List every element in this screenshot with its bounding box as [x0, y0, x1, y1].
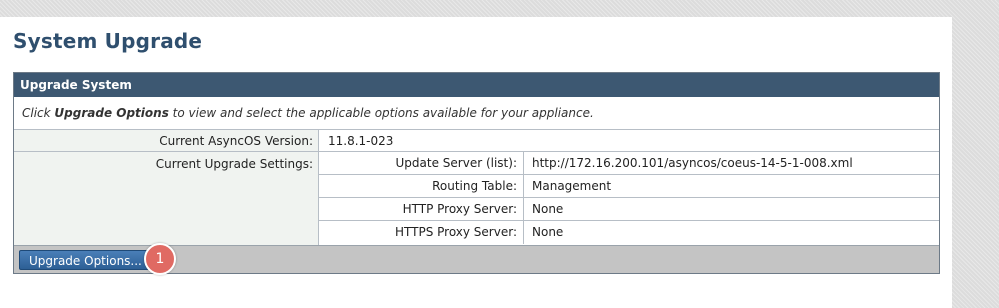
- intro-prefix: Click: [22, 106, 55, 120]
- page-title: System Upgrade: [13, 29, 203, 53]
- settings-row-http-proxy: HTTP Proxy Server: None: [319, 198, 939, 221]
- http-proxy-value: None: [532, 202, 564, 216]
- update-server-value: http://172.16.200.101/asyncos/coeus-14-5…: [532, 156, 853, 170]
- settings-table: Update Server (list): http://172.16.200.…: [319, 152, 939, 245]
- version-row: Current AsyncOS Version: 11.8.1-023: [14, 130, 939, 152]
- routing-table-value: Management: [532, 179, 612, 193]
- callout-badge: 1: [144, 243, 176, 275]
- version-label: Current AsyncOS Version:: [14, 130, 319, 151]
- settings-row-update-server: Update Server (list): http://172.16.200.…: [319, 152, 939, 175]
- settings-row-https-proxy: HTTPS Proxy Server: None: [319, 221, 939, 244]
- content-panel: System Upgrade Upgrade System Click Upgr…: [0, 17, 952, 308]
- settings-row-routing-table: Routing Table: Management: [319, 175, 939, 198]
- settings-row: Current Upgrade Settings: Update Server …: [14, 152, 939, 245]
- https-proxy-label: HTTPS Proxy Server:: [319, 221, 524, 244]
- version-value: 11.8.1-023: [328, 134, 394, 148]
- routing-table-label: Routing Table:: [319, 175, 524, 197]
- box-footer: Upgrade Options... 1: [14, 243, 939, 275]
- box-header: Upgrade System: [14, 73, 939, 97]
- http-proxy-label: HTTP Proxy Server:: [319, 198, 524, 220]
- intro-text: Click Upgrade Options to view and select…: [14, 97, 939, 130]
- https-proxy-value: None: [532, 225, 564, 239]
- intro-bold: Upgrade Options: [54, 106, 169, 120]
- settings-label: Current Upgrade Settings:: [14, 152, 319, 245]
- upgrade-options-button[interactable]: Upgrade Options...: [19, 250, 152, 270]
- update-server-label: Update Server (list):: [319, 152, 524, 174]
- intro-suffix: to view and select the applicable option…: [168, 106, 594, 120]
- upgrade-system-box: Upgrade System Click Upgrade Options to …: [13, 72, 940, 275]
